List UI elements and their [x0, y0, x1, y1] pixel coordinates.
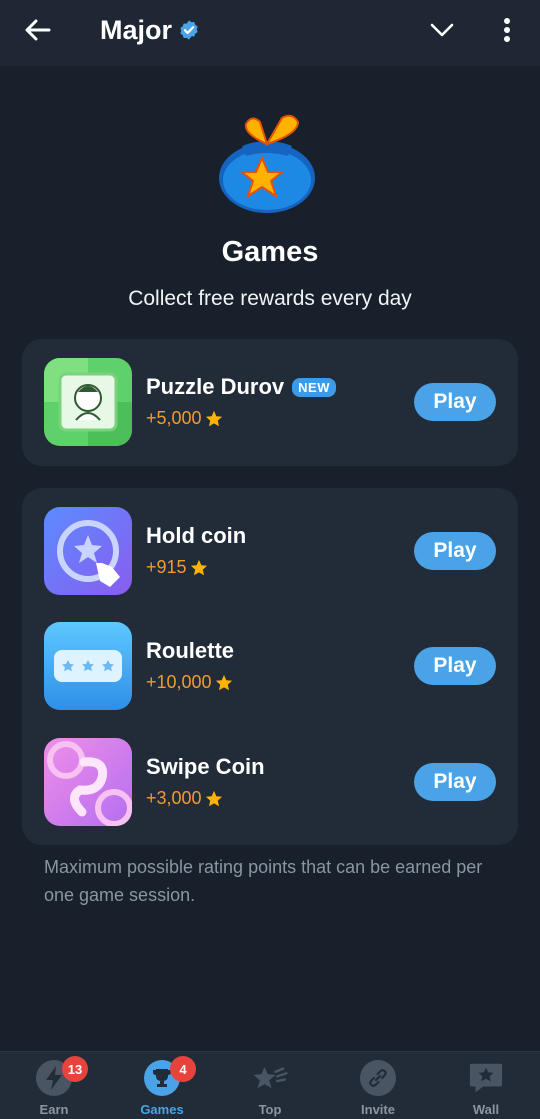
featured-game-card: Puzzle Durov NEW +5,000 Play	[22, 339, 518, 466]
nav-label: Games	[140, 1102, 184, 1117]
hold-coin-thumbnail	[44, 507, 132, 595]
more-vertical-icon	[504, 18, 510, 42]
game-reward: +5,000	[146, 408, 223, 429]
swipe-coin-thumbnail	[44, 738, 132, 826]
game-name: Hold coin	[146, 523, 247, 548]
gift-bag-icon	[219, 114, 315, 213]
nav-label: Top	[258, 1102, 282, 1117]
star-message-icon	[468, 1060, 504, 1096]
game-row-roulette[interactable]: Roulette +10,000 Play	[22, 622, 518, 712]
reward-amount: +915	[146, 557, 187, 577]
game-row-puzzle-durov[interactable]: Puzzle Durov NEW +5,000 Play	[22, 358, 518, 448]
swipe-coin-icon	[44, 738, 132, 826]
more-options-button[interactable]	[494, 14, 520, 46]
back-button[interactable]	[22, 14, 54, 46]
puzzle-durov-thumbnail	[44, 358, 132, 446]
star-icon	[190, 559, 207, 575]
game-row-swipe-coin[interactable]: Swipe Coin +3,000 Play	[22, 738, 518, 828]
hero-title: Games	[221, 236, 319, 268]
reward-amount: +10,000	[146, 672, 212, 692]
link-icon	[360, 1060, 396, 1096]
reward-amount: +5,000	[146, 408, 202, 428]
hero-subtitle: Collect free rewards every day	[128, 287, 412, 310]
nav-label: Wall	[472, 1102, 500, 1117]
star-icon	[205, 790, 222, 806]
game-title: Puzzle Durov NEW	[146, 374, 336, 400]
page-title: Major	[100, 14, 173, 45]
footnote-text: Maximum possible rating points that can …	[44, 857, 483, 905]
game-title: Hold coin	[146, 523, 246, 549]
game-reward: +10,000	[146, 672, 233, 693]
title-group: Major	[100, 14, 200, 46]
hold-coin-icon	[44, 507, 132, 595]
game-title: Roulette	[146, 638, 234, 664]
collapse-button[interactable]	[426, 14, 458, 46]
puzzle-durov-icon	[44, 358, 132, 446]
new-badge: NEW	[292, 377, 336, 397]
star-icon	[215, 674, 232, 690]
nav-item-top[interactable]: Top	[216, 1052, 324, 1119]
play-button[interactable]: Play	[414, 532, 496, 570]
game-reward: +915	[146, 557, 208, 578]
verified-badge-icon	[180, 20, 198, 40]
nav-label: Invite	[361, 1102, 395, 1117]
arrow-left-icon	[25, 19, 51, 41]
nav-item-earn[interactable]: 13 Earn	[0, 1052, 108, 1119]
chevron-down-icon	[430, 23, 454, 37]
nav-label: Earn	[39, 1102, 69, 1117]
game-name: Swipe Coin	[146, 754, 265, 779]
game-name: Puzzle Durov	[146, 374, 285, 399]
game-reward: +3,000	[146, 788, 223, 809]
bottom-navigation: 13 Earn 4 Games Top Invite Wall	[0, 1051, 540, 1119]
games-list-card: Hold coin +915 Play Roulette +10,000 Pla	[22, 488, 518, 845]
nav-item-wall[interactable]: Wall	[432, 1052, 540, 1119]
play-button[interactable]: Play	[414, 383, 496, 421]
nav-item-invite[interactable]: Invite	[324, 1052, 432, 1119]
reward-amount: +3,000	[146, 788, 202, 808]
roulette-icon	[44, 622, 132, 710]
game-row-hold-coin[interactable]: Hold coin +915 Play	[22, 507, 518, 597]
nav-item-games[interactable]: 4 Games	[108, 1052, 216, 1119]
stars-icon	[252, 1060, 288, 1096]
play-button[interactable]: Play	[414, 763, 496, 801]
notification-badge: 4	[170, 1056, 196, 1082]
star-icon	[205, 410, 222, 426]
top-bar: Major	[0, 0, 540, 66]
game-name: Roulette	[146, 638, 234, 663]
game-title: Swipe Coin	[146, 754, 265, 780]
play-button[interactable]: Play	[414, 647, 496, 685]
notification-badge: 13	[62, 1056, 88, 1082]
roulette-thumbnail	[44, 622, 132, 710]
